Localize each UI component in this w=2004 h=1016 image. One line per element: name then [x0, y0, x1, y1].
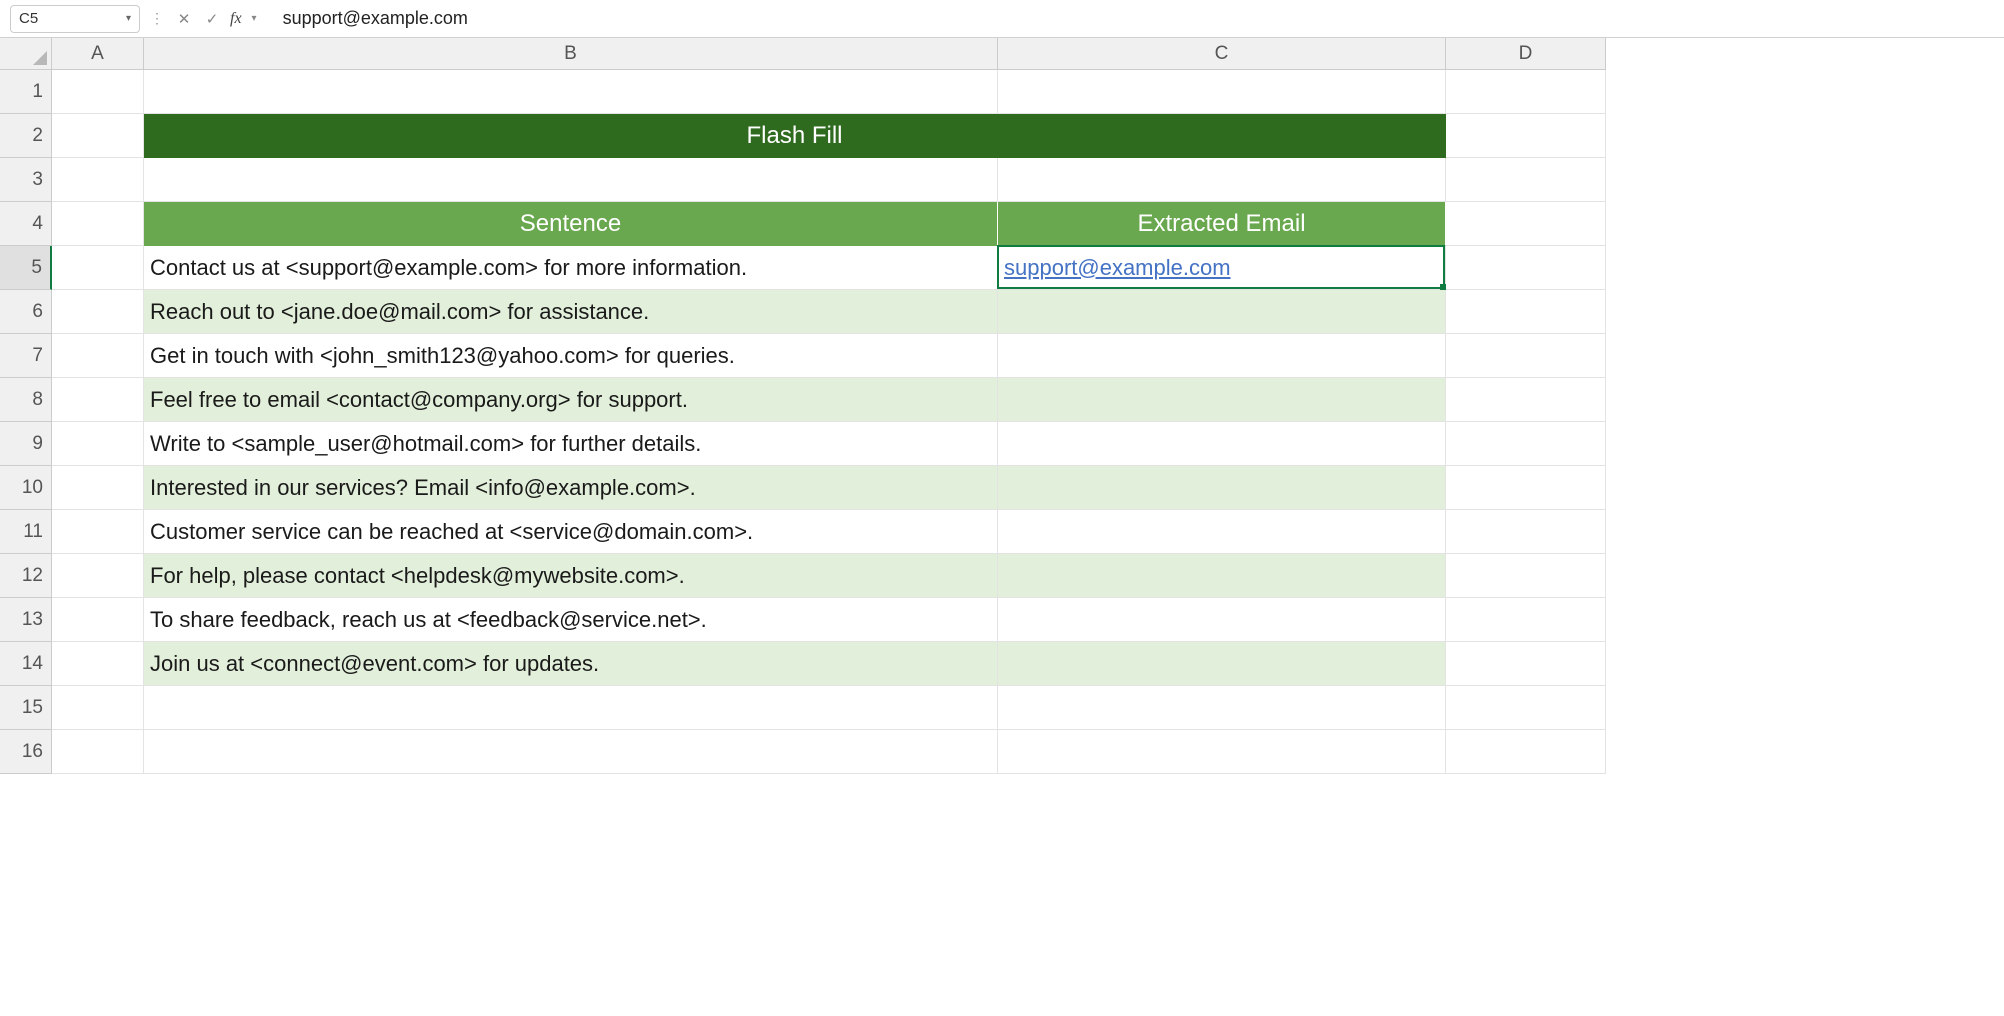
column-header-C[interactable]: C — [998, 38, 1446, 70]
header-extracted-email[interactable]: Extracted Email — [998, 202, 1446, 246]
row-header-12[interactable]: 12 — [0, 554, 52, 598]
cell-C5[interactable]: support@example.com — [998, 246, 1446, 290]
row-headers: 12345678910111213141516 — [0, 70, 52, 774]
row-header-1[interactable]: 1 — [0, 70, 52, 114]
cell-B7[interactable]: Get in touch with <john_smith123@yahoo.c… — [144, 334, 998, 378]
formula-bar: C5 ▾ ⋮ ✕ ✓ fx ▾ — [0, 0, 2004, 38]
cell-C13[interactable] — [998, 598, 1446, 642]
cell-B16[interactable] — [144, 730, 998, 774]
cell-B13[interactable]: To share feedback, reach us at <feedback… — [144, 598, 998, 642]
header-sentence[interactable]: Sentence — [144, 202, 998, 246]
cell-C15[interactable] — [998, 686, 1446, 730]
cell-B5[interactable]: Contact us at <support@example.com> for … — [144, 246, 998, 290]
cancel-formula-icon[interactable]: ✕ — [174, 10, 194, 28]
cell-B15[interactable] — [144, 686, 998, 730]
cell-C10[interactable] — [998, 466, 1446, 510]
cell-C7[interactable] — [998, 334, 1446, 378]
cell-C6[interactable] — [998, 290, 1446, 334]
cell-C12[interactable] — [998, 554, 1446, 598]
row-header-5[interactable]: 5 — [0, 246, 52, 290]
row-header-16[interactable]: 16 — [0, 730, 52, 774]
row-header-15[interactable]: 15 — [0, 686, 52, 730]
row-header-13[interactable]: 13 — [0, 598, 52, 642]
cell-C9[interactable] — [998, 422, 1446, 466]
name-box-value: C5 — [19, 10, 38, 27]
column-header-A[interactable]: A — [52, 38, 144, 70]
cell-B8[interactable]: Feel free to email <contact@company.org>… — [144, 378, 998, 422]
cell-B1[interactable] — [144, 70, 998, 114]
cell-B10[interactable]: Interested in our services? Email <info@… — [144, 466, 998, 510]
row-header-9[interactable]: 9 — [0, 422, 52, 466]
cell-B6[interactable]: Reach out to <jane.doe@mail.com> for ass… — [144, 290, 998, 334]
column-header-B[interactable]: B — [144, 38, 998, 70]
cell-C3[interactable] — [998, 158, 1446, 202]
chevron-down-icon: ▾ — [126, 13, 131, 24]
cell-B12[interactable]: For help, please contact <helpdesk@myweb… — [144, 554, 998, 598]
cell-C16[interactable] — [998, 730, 1446, 774]
name-box[interactable]: C5 ▾ — [10, 5, 140, 33]
row-header-3[interactable]: 3 — [0, 158, 52, 202]
cell-B3[interactable] — [144, 158, 998, 202]
chevron-down-icon[interactable]: ▾ — [252, 13, 257, 24]
accept-formula-icon[interactable]: ✓ — [202, 10, 222, 28]
cell-B14[interactable]: Join us at <connect@event.com> for updat… — [144, 642, 998, 686]
select-all-corner[interactable] — [0, 38, 52, 70]
row-header-2[interactable]: 2 — [0, 114, 52, 158]
cell-C8[interactable] — [998, 378, 1446, 422]
column-headers: ABCD — [52, 38, 1606, 70]
email-link[interactable]: support@example.com — [1004, 255, 1231, 281]
cell-B11[interactable]: Customer service can be reached at <serv… — [144, 510, 998, 554]
row-header-11[interactable]: 11 — [0, 510, 52, 554]
cell-C1[interactable] — [998, 70, 1446, 114]
row-header-14[interactable]: 14 — [0, 642, 52, 686]
cell-C14[interactable] — [998, 642, 1446, 686]
cell-B9[interactable]: Write to <sample_user@hotmail.com> for f… — [144, 422, 998, 466]
column-header-D[interactable]: D — [1446, 38, 1606, 70]
row-header-8[interactable]: 8 — [0, 378, 52, 422]
row-header-4[interactable]: 4 — [0, 202, 52, 246]
formula-input[interactable] — [277, 5, 2004, 33]
row-header-10[interactable]: 10 — [0, 466, 52, 510]
row-header-7[interactable]: 7 — [0, 334, 52, 378]
row-header-6[interactable]: 6 — [0, 290, 52, 334]
divider: ⋮ — [148, 10, 166, 27]
title-flash-fill[interactable]: Flash Fill — [144, 114, 1446, 158]
fx-label[interactable]: fx — [230, 10, 242, 28]
cells-area[interactable]: Flash Fill SentenceExtracted EmailContact… — [52, 70, 1606, 774]
cell-C11[interactable] — [998, 510, 1446, 554]
